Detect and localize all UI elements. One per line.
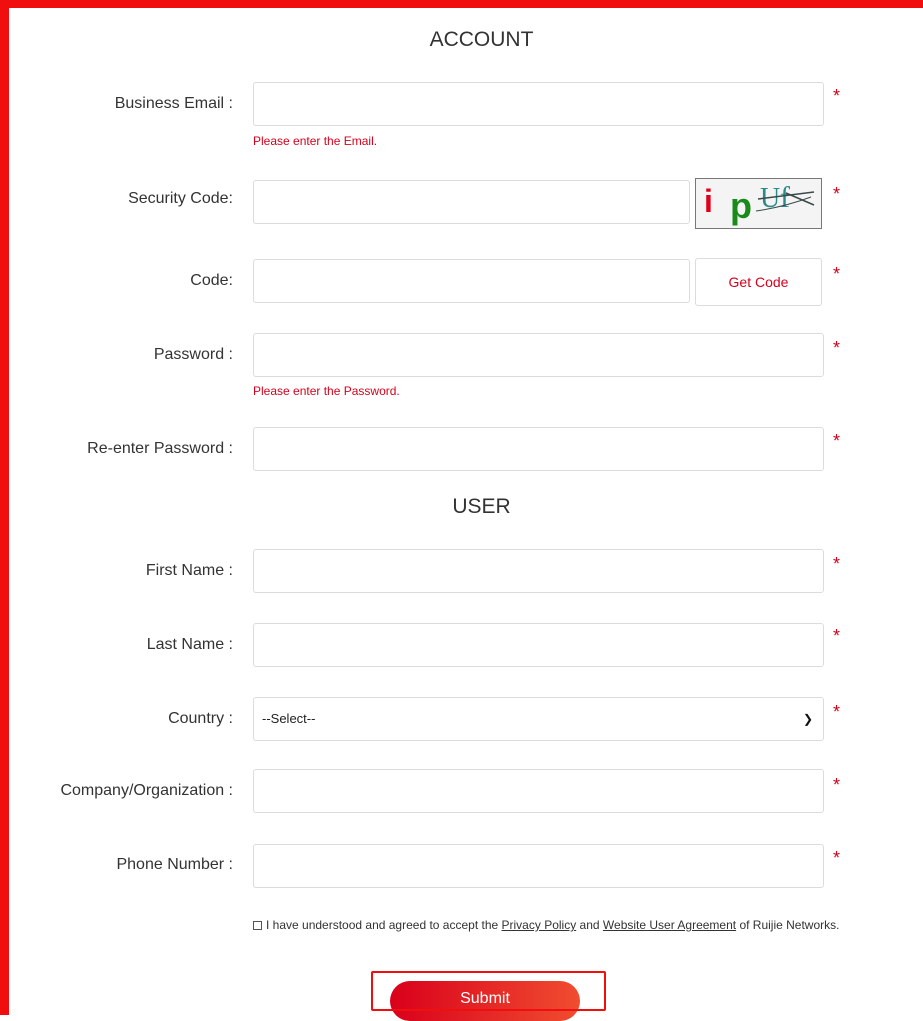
country-select[interactable]: --Select-- ❯ (253, 697, 824, 741)
privacy-policy-link[interactable]: Privacy Policy (502, 918, 577, 932)
first-name-field[interactable] (253, 549, 824, 593)
country-label: Country : (168, 710, 233, 727)
required-marker: * (833, 702, 841, 722)
agreement-prefix: I have understood and agreed to accept t… (266, 918, 499, 932)
account-section-title: ACCOUNT (429, 28, 534, 51)
business-email-label: Business Email : (114, 95, 233, 112)
password-label: Password : (153, 346, 233, 363)
captcha-image[interactable]: i p U f (695, 178, 822, 229)
get-code-button[interactable]: Get Code (695, 258, 822, 306)
required-marker: * (833, 626, 841, 646)
required-marker: * (833, 554, 841, 574)
agreement-and: and (579, 918, 600, 932)
first-name-label: First Name : (145, 562, 233, 579)
password-field[interactable] (253, 333, 824, 377)
password-error-message: Please enter the Password. (253, 384, 400, 398)
user-agreement-link[interactable]: Website User Agreement (603, 918, 736, 932)
required-marker: * (833, 184, 841, 204)
required-marker: * (833, 338, 841, 358)
business-email-field[interactable] (253, 82, 824, 126)
captcha-noise-lines (755, 191, 815, 212)
phone-label: Phone Number : (116, 856, 233, 873)
frame-border-top (0, 0, 923, 8)
email-error-message: Please enter the Email. (253, 134, 378, 148)
agreement-suffix: of Ruijie Networks. (739, 918, 840, 932)
security-code-field[interactable] (253, 180, 690, 224)
chevron-down-icon: ❯ (802, 712, 813, 726)
code-field[interactable] (253, 259, 690, 303)
required-marker: * (833, 848, 841, 868)
required-marker: * (833, 431, 841, 451)
company-field[interactable] (253, 769, 824, 813)
agreement-checkbox[interactable] (253, 921, 262, 930)
phone-field[interactable] (253, 844, 824, 888)
required-marker: * (833, 86, 841, 106)
country-selected-value: --Select-- (262, 711, 316, 726)
security-code-label: Security Code: (128, 190, 233, 207)
reenter-password-field[interactable] (253, 427, 824, 471)
last-name-label: Last Name : (146, 636, 233, 653)
agreement-text: I have understood and agreed to accept t… (253, 918, 863, 933)
required-marker: * (833, 775, 841, 795)
required-marker: * (833, 264, 841, 284)
user-section-title: USER (452, 495, 511, 518)
reenter-password-label: Re-enter Password : (87, 440, 233, 457)
submit-highlight-outline (371, 971, 606, 1011)
code-label: Code: (190, 272, 233, 289)
last-name-field[interactable] (253, 623, 824, 667)
company-label: Company/Organization : (60, 782, 233, 799)
